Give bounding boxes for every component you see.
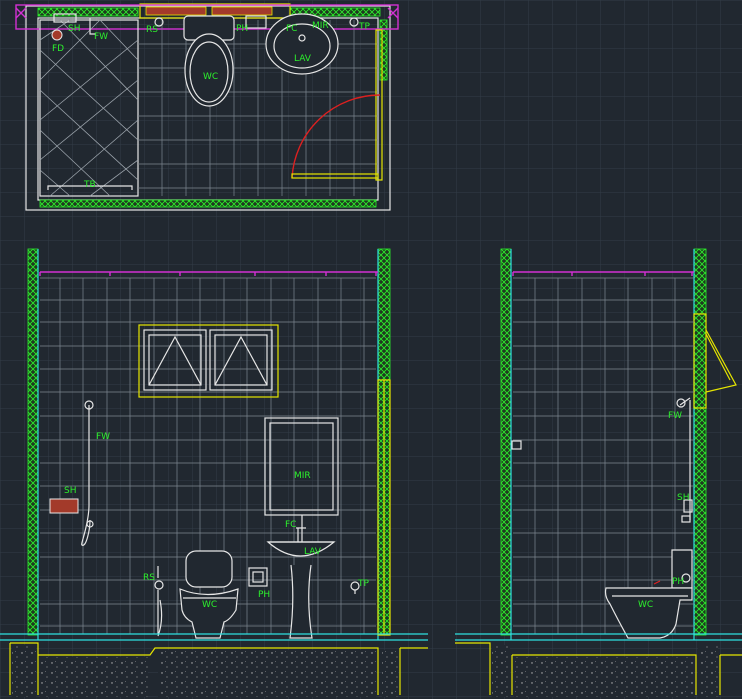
front-label-mir: MIR — [294, 471, 311, 481]
plan-label-lav: LAV — [294, 54, 312, 64]
front-label-fw: FW — [96, 432, 110, 442]
side-label-fw: FW — [668, 411, 682, 421]
plan-label-mir: MIR — [312, 21, 329, 31]
front-label-sh: SH — [64, 486, 76, 496]
front-label-rs: RS — [143, 573, 155, 583]
plan-label-tb: TB — [83, 180, 96, 190]
front-label-ph: PH — [258, 590, 270, 600]
plan-label-sh: SH — [68, 24, 80, 34]
plan-label-ph: PH — [236, 24, 248, 34]
plan-label-tp: TP — [358, 22, 370, 32]
front-label-fc: FC — [285, 520, 296, 530]
side-label-ph: PH — [672, 577, 684, 587]
plan-label-rs: RS — [146, 25, 158, 35]
front-label-lav: LAV — [304, 547, 322, 557]
plan-label-fd: FD — [52, 44, 64, 54]
side-label-sh: SH — [677, 493, 689, 503]
plan-label-fc: FC — [286, 24, 297, 34]
front-label-wc: WC — [202, 600, 217, 610]
plan-label-fw: FW — [94, 32, 108, 42]
plan-label-wc: WC — [203, 72, 218, 82]
front-label-tp: TP — [357, 579, 369, 589]
side-label-wc: WC — [638, 600, 653, 610]
cad-drawing: SH FW FD RS PH FC MIR TP WC LAV TB FW SH… — [0, 0, 742, 699]
